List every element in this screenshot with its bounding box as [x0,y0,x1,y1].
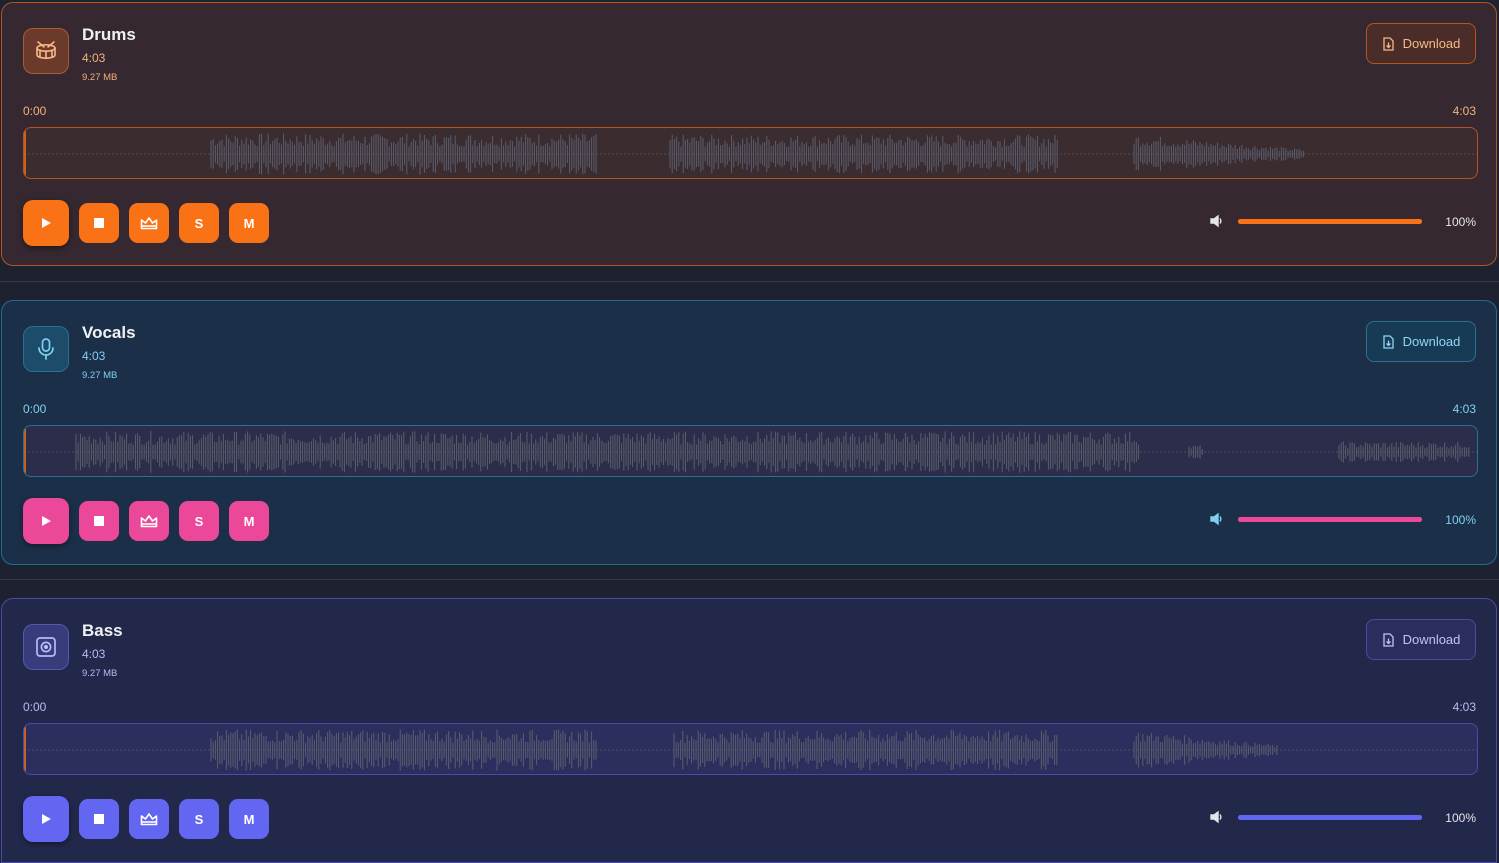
solo-button[interactable]: S [179,501,219,541]
playback-controls: S M [23,498,269,544]
waveform-timeline[interactable] [23,425,1478,477]
track-duration: 4:03 [82,349,106,363]
crown-button[interactable] [129,799,169,839]
volume-slider[interactable] [1238,517,1422,522]
crown-button[interactable] [129,203,169,243]
volume-value: 100% [1445,811,1476,825]
play-icon [42,814,51,824]
stop-icon [94,218,104,228]
track-duration: 4:03 [82,647,106,661]
track-title: Vocals [82,323,136,342]
stop-icon [94,814,104,824]
track-title: Bass [82,621,123,640]
stop-button[interactable] [79,203,119,243]
track-file-size: 9.27 MB [82,668,118,679]
time-current: 0:00 [23,104,47,118]
volume-value: 100% [1445,215,1476,229]
playback-controls: S M [23,796,269,842]
download-button[interactable]: Download [1366,23,1476,64]
solo-button[interactable]: S [179,203,219,243]
volume-slider[interactable] [1238,219,1422,224]
play-button[interactable] [23,200,69,246]
stop-icon [94,516,104,526]
volume-icon [1210,512,1222,526]
volume-value: 100% [1445,513,1476,527]
file-download-icon [1382,36,1394,51]
divider [0,579,1499,580]
divider [0,281,1499,282]
file-download-icon [1382,632,1394,647]
waveform-timeline[interactable] [23,127,1478,179]
track-duration: 4:03 [82,51,106,65]
crown-icon [140,217,158,230]
time-total: 4:03 [1452,104,1476,118]
play-icon [42,516,51,526]
volume-icon [1210,214,1222,228]
track-title: Drums [82,25,136,44]
track-file-size: 9.27 MB [82,370,118,381]
stop-button[interactable] [79,501,119,541]
file-download-icon [1382,334,1394,349]
download-button[interactable]: Download [1366,321,1476,362]
download-label: Download [1402,36,1461,51]
play-button[interactable] [23,498,69,544]
track-file-size: 9.27 MB [82,72,118,83]
track-card-vocals: Vocals 4:03 9.27 MB Download 0:00 4:03 S… [1,300,1497,565]
speaker-icon [23,624,69,670]
volume-icon [1210,810,1222,824]
time-current: 0:00 [23,402,47,416]
play-button[interactable] [23,796,69,842]
download-button[interactable]: Download [1366,619,1476,660]
mute-button[interactable]: M [229,799,269,839]
drum-icon [23,28,69,74]
track-card-bass: Bass 4:03 9.27 MB Download 0:00 4:03 S M… [1,598,1497,863]
track-card-drums: Drums 4:03 9.27 MB Download 0:00 4:03 S … [1,2,1497,266]
stop-button[interactable] [79,799,119,839]
download-label: Download [1402,632,1461,647]
time-current: 0:00 [23,700,47,714]
crown-button[interactable] [129,501,169,541]
microphone-icon [23,326,69,372]
solo-button[interactable]: S [179,799,219,839]
mute-button[interactable]: M [229,501,269,541]
mute-button[interactable]: M [229,203,269,243]
play-icon [42,218,51,228]
playback-controls: S M [23,200,269,246]
volume-slider[interactable] [1238,815,1422,820]
download-label: Download [1402,334,1461,349]
waveform-timeline[interactable] [23,723,1478,775]
crown-icon [140,515,158,528]
time-total: 4:03 [1452,700,1476,714]
crown-icon [140,813,158,826]
time-total: 4:03 [1452,402,1476,416]
